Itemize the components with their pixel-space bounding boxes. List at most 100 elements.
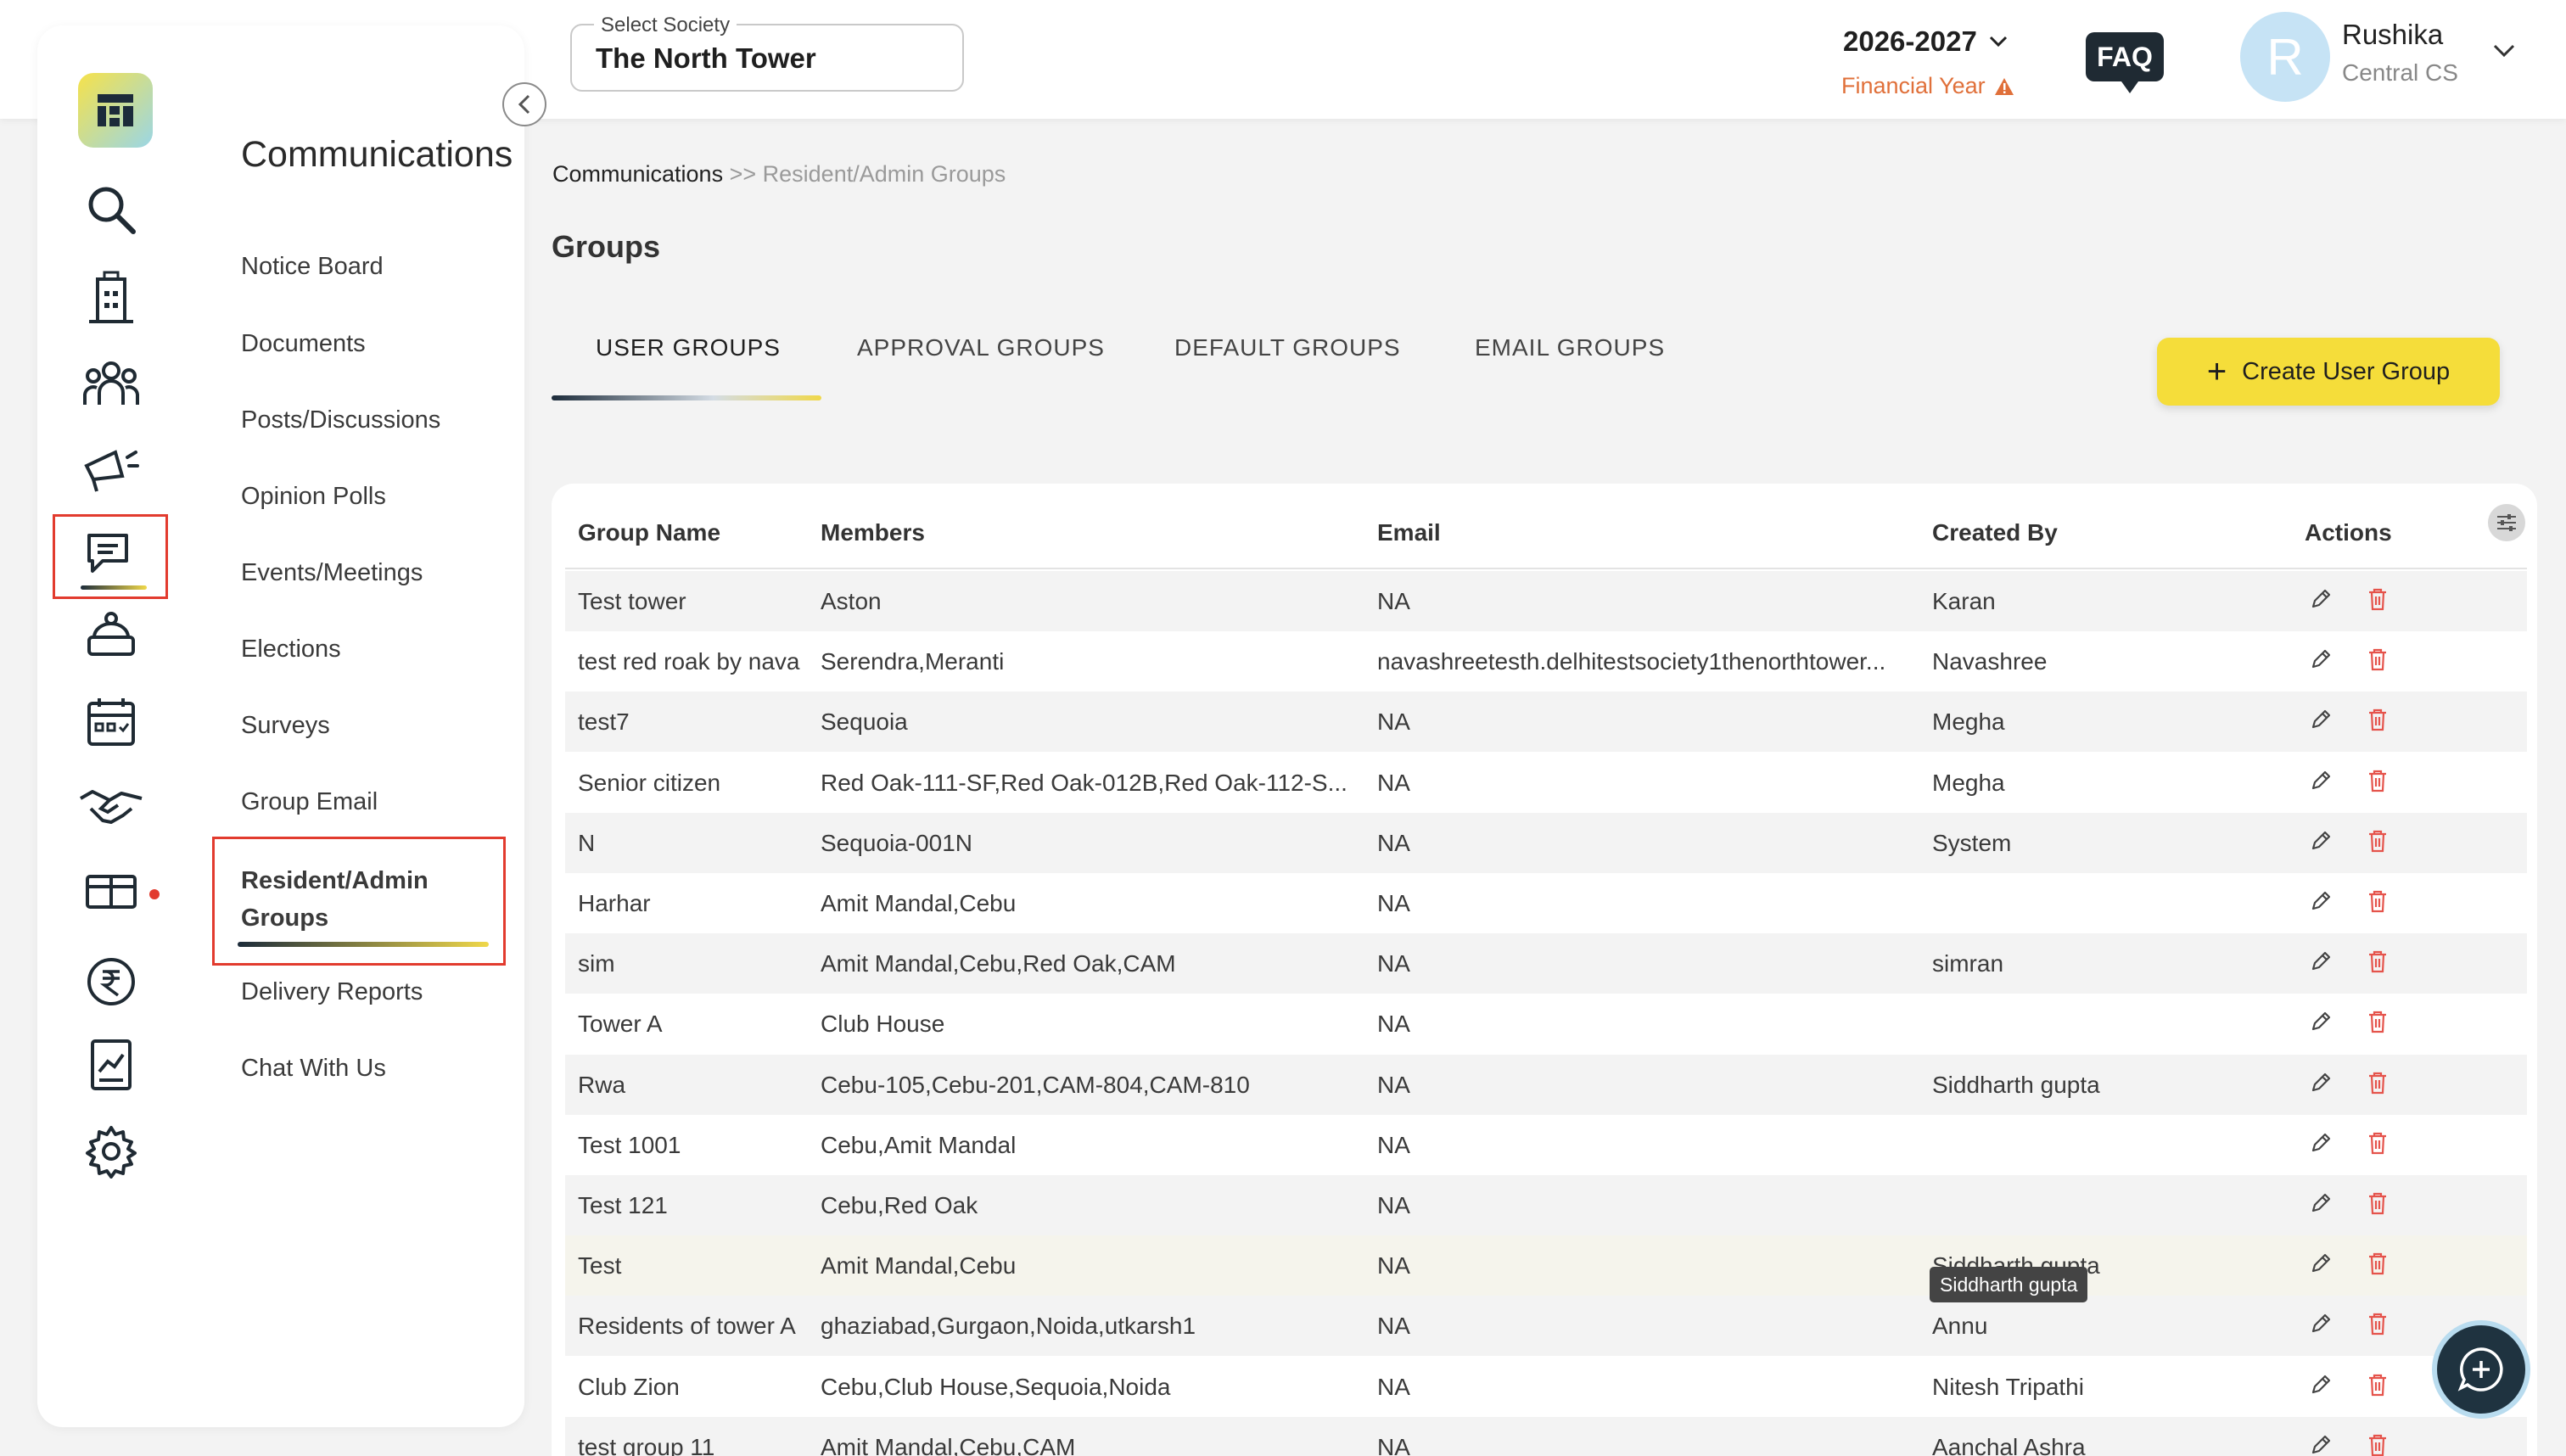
table-row[interactable]: Test Amit Mandal,Cebu NA Siddharth gupta: [565, 1235, 2527, 1296]
sidebar-item-documents[interactable]: Documents: [241, 330, 366, 358]
column-header-group-name[interactable]: Group Name: [578, 519, 720, 546]
edit-icon[interactable]: [2308, 647, 2333, 676]
delete-icon[interactable]: [2366, 707, 2390, 736]
settings-icon[interactable]: [75, 1115, 148, 1188]
edit-icon[interactable]: [2308, 707, 2333, 736]
edit-icon[interactable]: [2308, 949, 2333, 978]
delete-icon[interactable]: [2366, 647, 2390, 676]
user-name[interactable]: Rushika: [2342, 19, 2443, 51]
edit-icon[interactable]: [2308, 1251, 2333, 1280]
sidebar-item-elections[interactable]: Elections: [241, 636, 341, 664]
amenity-icon[interactable]: [75, 855, 148, 928]
sidebar-item-delivery-reports[interactable]: Delivery Reports: [241, 978, 423, 1006]
sidebar-item-chat-with-us[interactable]: Chat With Us: [241, 1055, 386, 1083]
search-icon[interactable]: [75, 173, 148, 246]
table-row[interactable]: sim Amit Mandal,Cebu,Red Oak,CAM NA simran: [565, 933, 2527, 994]
delete-icon[interactable]: [2366, 1070, 2390, 1100]
collapse-sidebar-button[interactable]: [502, 82, 546, 126]
edit-icon[interactable]: [2308, 768, 2333, 798]
delete-icon[interactable]: [2366, 768, 2390, 798]
edit-icon[interactable]: [2308, 828, 2333, 858]
edit-icon[interactable]: [2308, 1372, 2333, 1402]
table-row[interactable]: test group 11 Amit Mandal,Cebu,CAM NA Aanch…: [565, 1416, 2527, 1456]
delete-icon[interactable]: [2366, 888, 2390, 918]
delete-icon[interactable]: [2366, 1130, 2390, 1160]
edit-icon[interactable]: [2308, 1311, 2333, 1341]
cell-email: NA: [1377, 1192, 1410, 1218]
sidebar-item-group-email[interactable]: Group Email: [241, 788, 378, 816]
edit-icon[interactable]: [2308, 1432, 2333, 1456]
table-row[interactable]: Test tower Aston NA Karan: [565, 571, 2527, 631]
create-user-group-button[interactable]: + Create User Group: [2157, 338, 2500, 406]
column-settings-button[interactable]: [2488, 504, 2525, 541]
edit-icon[interactable]: [2308, 1070, 2333, 1100]
delete-icon[interactable]: [2366, 1009, 2390, 1039]
table-row[interactable]: N Sequoia-001N NA System: [565, 812, 2527, 873]
logo-icon: [98, 94, 133, 126]
table-row[interactable]: Residents of tower A ghaziabad,Gurgaon,No…: [565, 1296, 2527, 1357]
breadcrumb-root[interactable]: Communications: [552, 161, 723, 187]
cell-email: NA: [1377, 1131, 1410, 1158]
cell-email: NA: [1377, 1011, 1410, 1038]
cell-created-by: System: [1932, 829, 2012, 856]
cell-created-by: Megha: [1932, 708, 2005, 736]
society-select[interactable]: Select Society The North Tower: [570, 14, 964, 92]
delete-icon[interactable]: [2366, 1432, 2390, 1456]
tab-default-groups[interactable]: DEFAULT GROUPS: [1174, 334, 1401, 361]
tab-user-groups[interactable]: USER GROUPS: [596, 334, 781, 361]
column-header-email[interactable]: Email: [1377, 519, 1441, 546]
column-header-members[interactable]: Members: [821, 519, 925, 546]
faq-button[interactable]: FAQ: [2086, 32, 2164, 93]
table-row[interactable]: test7 Sequoia NA Megha: [565, 692, 2527, 753]
table-row[interactable]: Test 121 Cebu,Red Oak NA: [565, 1175, 2527, 1235]
delete-icon[interactable]: [2366, 1372, 2390, 1402]
tab-email-groups[interactable]: EMAIL GROUPS: [1475, 334, 1665, 361]
table-row[interactable]: Harhar Amit Mandal,Cebu NA: [565, 873, 2527, 933]
calendar-icon[interactable]: [75, 686, 148, 759]
sidebar-item-resident-admin-groups[interactable]: Resident/Admin Groups: [241, 862, 445, 937]
delete-icon[interactable]: [2366, 1251, 2390, 1280]
cell-email: NA: [1377, 890, 1410, 916]
table-row[interactable]: Senior citizen Red Oak-111-SF,Red Oak-012…: [565, 753, 2527, 813]
edit-icon[interactable]: [2308, 1130, 2333, 1160]
sidebar-item-opinion-polls[interactable]: Opinion Polls: [241, 483, 386, 511]
financial-year-select[interactable]: 2026-2027: [1843, 25, 2008, 58]
app-logo[interactable]: [78, 73, 153, 148]
cell-members: Cebu,Red Oak: [821, 1192, 978, 1218]
column-header-created-by[interactable]: Created By: [1932, 519, 2058, 546]
table-row[interactable]: Test 1001 Cebu,Amit Mandal NA: [565, 1115, 2527, 1175]
tab-approval-groups[interactable]: APPROVAL GROUPS: [857, 334, 1105, 361]
chat-support-button[interactable]: [2432, 1320, 2530, 1419]
table-row[interactable]: Tower A Club House NA: [565, 994, 2527, 1054]
building-icon[interactable]: [75, 261, 148, 334]
sidebar-item-notice-board[interactable]: Notice Board: [241, 253, 384, 281]
delete-icon[interactable]: [2366, 828, 2390, 858]
report-icon[interactable]: [75, 1028, 148, 1101]
announcement-icon[interactable]: [75, 431, 148, 504]
sidebar-item-surveys[interactable]: Surveys: [241, 712, 330, 740]
table-row[interactable]: test red roak by nava Serendra,Meranti nav…: [565, 631, 2527, 692]
rupee-icon[interactable]: [75, 945, 148, 1018]
avatar[interactable]: R: [2240, 12, 2330, 102]
edit-icon[interactable]: [2308, 586, 2333, 616]
cell-group-name: Test 121: [578, 1192, 668, 1218]
table-row[interactable]: Rwa Cebu-105,Cebu-201,CAM-804,CAM-810 NA Si…: [565, 1054, 2527, 1115]
edit-icon[interactable]: [2308, 1009, 2333, 1039]
table-row[interactable]: Club Zion Cebu,Club House,Sequoia,Noida NA…: [565, 1357, 2527, 1417]
chat-icon[interactable]: [75, 518, 148, 591]
sidebar-item-posts-discussions[interactable]: Posts/Discussions: [241, 406, 440, 434]
cell-email: NA: [1377, 1313, 1410, 1340]
delete-icon[interactable]: [2366, 586, 2390, 616]
delete-icon[interactable]: [2366, 1311, 2390, 1341]
people-icon[interactable]: [75, 346, 148, 419]
handshake-icon[interactable]: [75, 770, 148, 843]
delete-icon[interactable]: [2366, 949, 2390, 978]
edit-icon[interactable]: [2308, 1190, 2333, 1220]
delete-icon[interactable]: [2366, 1190, 2390, 1220]
chevron-down-icon[interactable]: [2493, 44, 2515, 58]
user-role: Central CS: [2342, 59, 2458, 86]
cell-created-by: Megha: [1932, 769, 2005, 796]
sidebar-item-events-meetings[interactable]: Events/Meetings: [241, 559, 423, 587]
edit-icon[interactable]: [2308, 888, 2333, 918]
service-icon[interactable]: [75, 601, 148, 674]
